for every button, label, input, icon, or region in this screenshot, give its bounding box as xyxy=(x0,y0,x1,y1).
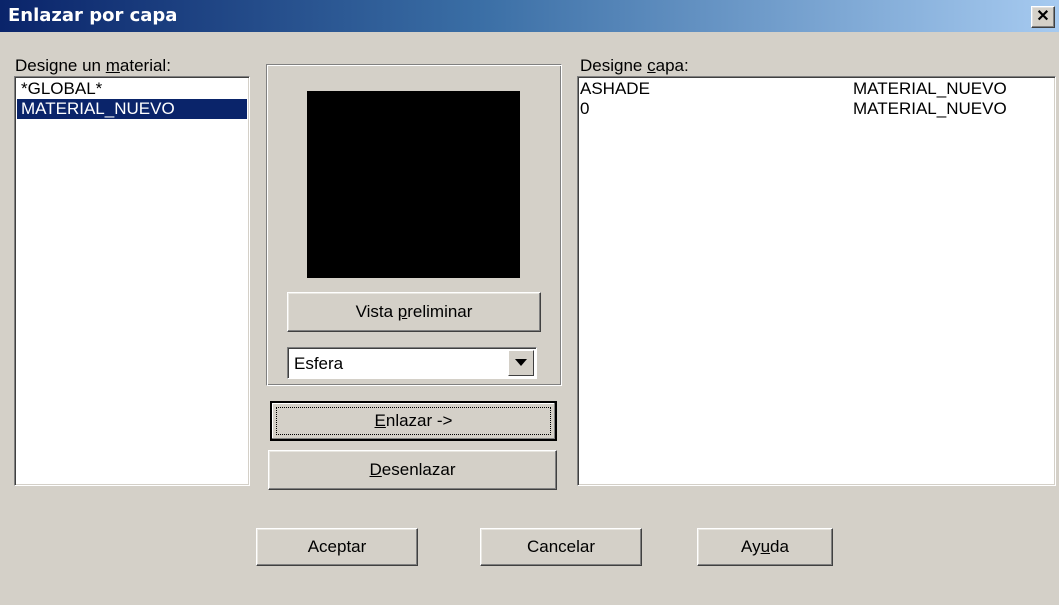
unlink-button[interactable]: Desenlazar xyxy=(268,450,557,490)
accept-button-label: Aceptar xyxy=(307,537,367,556)
material-list-label: Designe un material: xyxy=(15,56,171,75)
table-row[interactable]: ASHADE MATERIAL_NUEVO xyxy=(580,79,1055,99)
chevron-down-icon xyxy=(515,359,527,366)
close-icon: ✕ xyxy=(1036,8,1050,25)
layer-name: ASHADE xyxy=(580,79,650,98)
link-button[interactable]: Enlazar -> xyxy=(270,401,557,441)
material-preview xyxy=(307,91,520,278)
cancel-button[interactable]: Cancelar xyxy=(480,528,642,566)
layer-name: 0 xyxy=(580,99,590,118)
dropdown-button[interactable] xyxy=(508,350,534,376)
preview-button-label: Vista preliminar xyxy=(355,302,473,321)
help-button[interactable]: Ayuda xyxy=(697,528,833,566)
unlink-button-label: Desenlazar xyxy=(369,460,456,479)
layer-material: MATERIAL_NUEVO xyxy=(853,99,1007,118)
accept-button[interactable]: Aceptar xyxy=(256,528,418,566)
focus-ring xyxy=(276,407,551,435)
title-bar[interactable]: Enlazar por capa ✕ xyxy=(0,0,1059,32)
preview-shape-select[interactable]: Esfera xyxy=(287,347,537,379)
preview-button[interactable]: Vista preliminar xyxy=(287,292,541,332)
cancel-button-label: Cancelar xyxy=(526,537,596,556)
list-item[interactable]: *GLOBAL* xyxy=(17,79,247,99)
window-title: Enlazar por capa xyxy=(8,5,178,26)
table-row[interactable]: 0 MATERIAL_NUEVO xyxy=(580,99,1055,119)
layer-material: MATERIAL_NUEVO xyxy=(853,79,1007,98)
layer-list-label: Designe capa: xyxy=(580,56,689,75)
list-item[interactable]: MATERIAL_NUEVO xyxy=(17,99,247,119)
help-button-label: Ayuda xyxy=(741,537,789,556)
material-list[interactable]: *GLOBAL* MATERIAL_NUEVO xyxy=(14,76,250,486)
close-button[interactable]: ✕ xyxy=(1031,6,1055,28)
layer-list[interactable]: ASHADE MATERIAL_NUEVO 0 MATERIAL_NUEVO xyxy=(577,76,1056,486)
preview-shape-value: Esfera xyxy=(294,354,344,373)
